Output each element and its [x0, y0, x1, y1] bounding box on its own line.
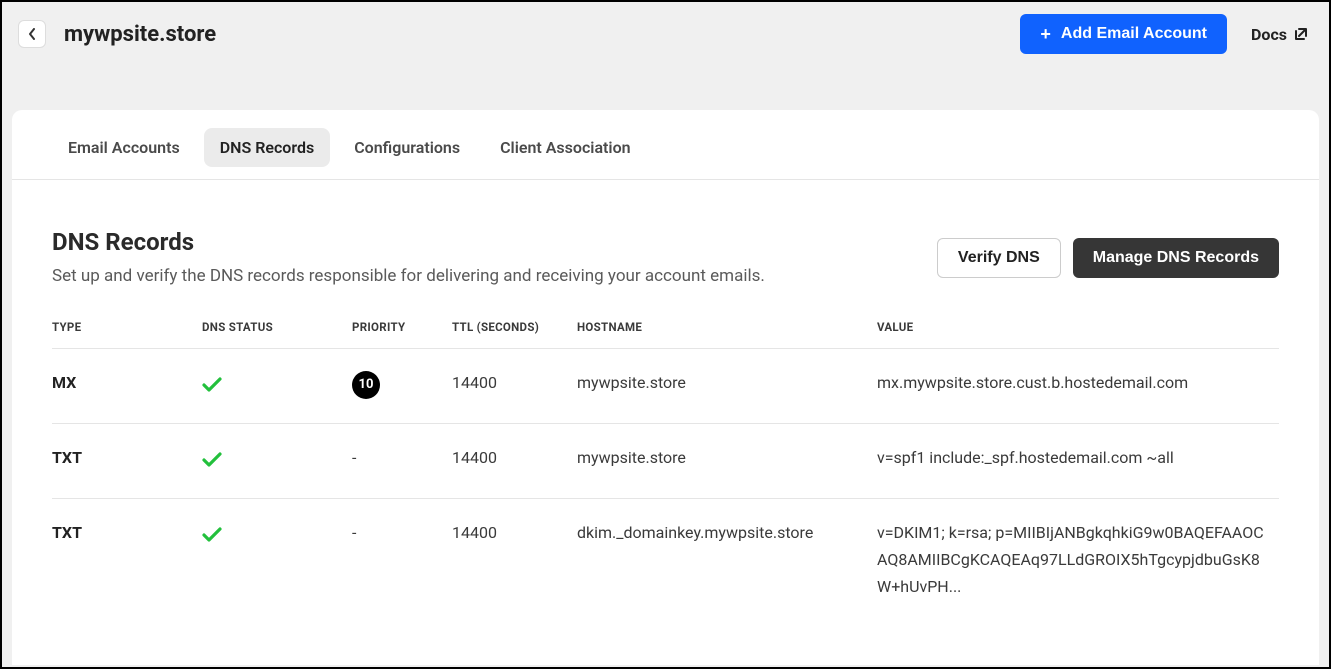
table-body: MX1014400mywpsite.storemx.mywpsite.store… — [52, 348, 1279, 621]
tab-client-association[interactable]: Client Association — [484, 128, 646, 167]
td-value: v=DKIM1; k=rsa; p=MIIBIjANBgkqhkiG9w0BAQ… — [877, 519, 1279, 601]
th-ttl: TTL (SECONDS) — [452, 320, 577, 334]
check-icon — [202, 449, 222, 473]
th-status: DNS STATUS — [202, 320, 352, 334]
external-link-icon — [1293, 26, 1309, 42]
td-type: TXT — [52, 444, 202, 471]
td-hostname: mywpsite.store — [577, 444, 877, 471]
add-email-label: Add Email Account — [1061, 25, 1207, 43]
check-icon — [202, 524, 222, 548]
td-value: v=spf1 include:_spf.hostedemail.com ~all — [877, 444, 1279, 471]
tab-configurations[interactable]: Configurations — [338, 128, 476, 167]
dns-records-table: TYPE DNS STATUS PRIORITY TTL (SECONDS) H… — [52, 320, 1279, 621]
tabs-bar: Email AccountsDNS RecordsConfigurationsC… — [12, 110, 1319, 180]
td-ttl: 14400 — [452, 519, 577, 546]
tab-email-accounts[interactable]: Email Accounts — [52, 128, 196, 167]
th-priority: PRIORITY — [352, 320, 452, 334]
verify-dns-button[interactable]: Verify DNS — [937, 238, 1061, 278]
docs-link[interactable]: Docs — [1251, 25, 1309, 44]
section-text: DNS Records Set up and verify the DNS re… — [52, 228, 765, 286]
td-status — [202, 519, 352, 553]
add-email-account-button[interactable]: + Add Email Account — [1020, 14, 1227, 54]
header-right: + Add Email Account Docs — [1020, 14, 1309, 54]
section-header: DNS Records Set up and verify the DNS re… — [52, 228, 1279, 286]
section-actions: Verify DNS Manage DNS Records — [937, 238, 1279, 278]
td-hostname: dkim._domainkey.mywpsite.store — [577, 519, 877, 546]
chevron-left-icon — [28, 28, 36, 40]
table-header-row: TYPE DNS STATUS PRIORITY TTL (SECONDS) H… — [52, 320, 1279, 348]
td-ttl: 14400 — [452, 369, 577, 396]
table-row: MX 10 14400mywpsite.storemx.mywpsite.store… — [52, 348, 1279, 423]
th-hostname: HOSTNAME — [577, 320, 877, 334]
table-row: TXT -14400dkim._domainkey.mywpsite.storev… — [52, 498, 1279, 621]
docs-label: Docs — [1251, 25, 1287, 44]
main-panel: Email AccountsDNS RecordsConfigurationsC… — [12, 110, 1319, 665]
th-value: VALUE — [877, 320, 1279, 334]
plus-icon: + — [1040, 25, 1051, 43]
domain-title: mywpsite.store — [64, 22, 216, 47]
td-type: TXT — [52, 519, 202, 546]
td-ttl: 14400 — [452, 444, 577, 471]
check-icon — [202, 374, 222, 398]
td-priority: 10 — [352, 369, 452, 399]
th-type: TYPE — [52, 320, 202, 334]
manage-dns-records-button[interactable]: Manage DNS Records — [1073, 238, 1279, 278]
section-description: Set up and verify the DNS records respon… — [52, 266, 765, 286]
back-button[interactable] — [18, 20, 46, 48]
td-status — [202, 444, 352, 478]
section-title: DNS Records — [52, 228, 765, 256]
page-header: mywpsite.store + Add Email Account Docs — [2, 2, 1329, 70]
table-row: TXT -14400mywpsite.storev=spf1 include:_s… — [52, 423, 1279, 498]
td-status — [202, 369, 352, 403]
content-area: DNS Records Set up and verify the DNS re… — [12, 180, 1319, 621]
td-hostname: mywpsite.store — [577, 369, 877, 396]
tab-dns-records[interactable]: DNS Records — [204, 128, 331, 167]
td-value: mx.mywpsite.store.cust.b.hostedemail.com — [877, 369, 1279, 396]
priority-badge: 10 — [352, 371, 380, 399]
td-type: MX — [52, 369, 202, 396]
td-priority: - — [352, 444, 452, 471]
td-priority: - — [352, 519, 452, 546]
header-left: mywpsite.store — [18, 20, 216, 48]
